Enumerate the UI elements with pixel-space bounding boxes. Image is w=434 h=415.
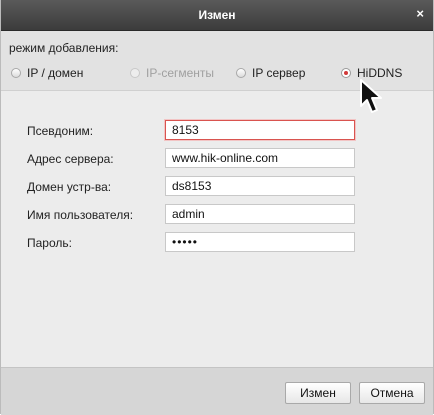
radio-ip-segments: IP-сегменты bbox=[130, 66, 214, 80]
cancel-button[interactable]: Отмена bbox=[359, 382, 425, 404]
radio-button-icon bbox=[130, 68, 140, 78]
radio-label: IP-сегменты bbox=[146, 66, 215, 80]
title-bar[interactable]: Измен × bbox=[1, 0, 433, 31]
username-label: Имя пользователя: bbox=[27, 208, 134, 222]
mouse-pointer-icon bbox=[360, 79, 382, 113]
alias-input[interactable]: 8153 bbox=[165, 120, 355, 140]
device-domain-input[interactable]: ds8153 bbox=[165, 176, 355, 196]
radio-ip-domain[interactable]: IP / домен bbox=[11, 66, 83, 80]
radio-button-checked-icon bbox=[341, 68, 351, 78]
password-label: Пароль: bbox=[27, 236, 72, 250]
alias-label: Псевдоним: bbox=[27, 124, 94, 138]
password-input[interactable]: ••••• bbox=[165, 232, 355, 252]
device-domain-label: Домен устр-ва: bbox=[27, 180, 112, 194]
dialog-footer: Измен Отмена bbox=[1, 367, 433, 415]
ok-button[interactable]: Измен bbox=[285, 382, 351, 404]
radio-button-icon bbox=[11, 68, 21, 78]
server-address-input[interactable]: www.hik-online.com bbox=[165, 148, 355, 168]
add-mode-label: режим добавления: bbox=[9, 41, 119, 55]
username-input[interactable]: admin bbox=[165, 204, 355, 224]
radio-ip-server[interactable]: IP сервер bbox=[236, 66, 305, 80]
close-icon[interactable]: × bbox=[416, 6, 424, 21]
radio-label: IP сервер bbox=[252, 66, 306, 80]
device-form: Псевдоним: 8153 Адрес сервера: www.hik-o… bbox=[1, 91, 433, 367]
radio-button-icon bbox=[236, 68, 246, 78]
server-address-label: Адрес сервера: bbox=[27, 152, 114, 166]
radio-label: IP / домен bbox=[27, 66, 84, 80]
edit-device-dialog: Измен × режим добавления: IP / домен IP-… bbox=[0, 0, 434, 415]
dialog-title: Измен bbox=[198, 8, 236, 22]
